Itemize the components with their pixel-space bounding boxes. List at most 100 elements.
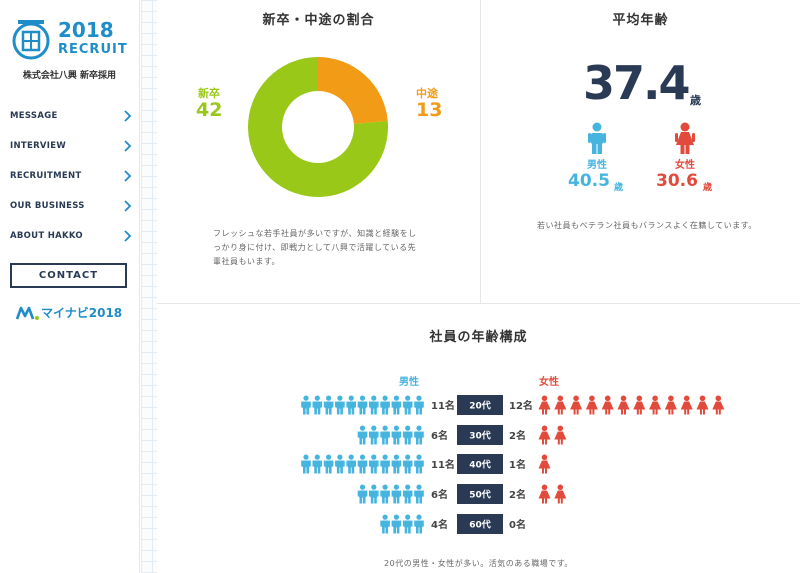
female-pictogram: [538, 484, 567, 504]
nav-item-label: RECRUITMENT: [10, 171, 82, 181]
male-icon: [588, 122, 606, 154]
age-row: 30代 6名 2名: [357, 425, 567, 445]
female-person-icon: [554, 395, 567, 415]
male-person-icon: [335, 395, 345, 415]
male-person-icon: [391, 425, 402, 445]
male-person-icon: [391, 454, 402, 474]
female-pictogram: [538, 425, 567, 445]
age-label: 40代: [469, 459, 491, 471]
nav-item-about-hakko[interactable]: ABOUT HAKKO: [10, 228, 132, 246]
age-label: 50代: [469, 489, 491, 501]
male-person-icon: [369, 454, 379, 474]
male-count-label: 11名: [431, 399, 455, 412]
male-count-label: 11名: [431, 458, 455, 471]
male-person-icon: [312, 454, 323, 474]
female-pictogram: [538, 395, 725, 415]
female-pictogram: [538, 454, 551, 474]
male-person-icon: [391, 514, 402, 534]
male-person-icon: [380, 454, 390, 474]
age-label: 60代: [469, 519, 491, 531]
age-badge: 50代: [457, 484, 503, 504]
nav-item-our-business[interactable]: OUR BUSINESS: [10, 198, 132, 216]
divider: [480, 0, 481, 303]
female-person-icon: [538, 395, 551, 415]
age-row: 20代 11名 12名: [301, 395, 725, 415]
nav-item-interview[interactable]: INTERVIEW: [10, 138, 132, 156]
male-person-icon: [402, 454, 413, 474]
male-person-icon: [312, 395, 323, 415]
logo-year: 2018: [58, 18, 114, 42]
mynavi-label: マイナビ2018: [41, 306, 123, 320]
age-badge: 60代: [457, 514, 503, 534]
male-person-icon: [301, 395, 311, 415]
hakko-logo-icon: [12, 20, 50, 60]
male-person-icon: [380, 425, 390, 445]
male-count-label: 6名: [431, 429, 448, 442]
avg-age-description: 若い社員もベテラン社員もバランスよく在籍しています。: [537, 221, 757, 230]
male-count-label: 6名: [431, 488, 448, 501]
mynavi-logo-icon: [16, 306, 39, 320]
female-icon: [675, 122, 695, 154]
description-line: っかり身に付け、即戦力として八興で活躍している先: [213, 243, 417, 252]
site-logo[interactable]: 2018 RECRUIT: [10, 18, 132, 62]
age-label: 20代: [469, 400, 491, 412]
nav-item-message[interactable]: MESSAGE: [10, 108, 132, 126]
age-row: 50代 6名 2名: [357, 484, 567, 504]
avg-age-title: 平均年齢: [612, 13, 669, 28]
male-avg-unit: 歳: [614, 183, 624, 193]
male-person-icon: [414, 425, 424, 445]
age-row: 60代 4名 0名: [380, 514, 526, 534]
age-composition-description: 20代の男性・女性が多い。活気のある職場です。: [384, 559, 573, 568]
male-person-icon: [402, 425, 413, 445]
chevron-right-icon: [124, 170, 132, 182]
female-count-label: 0名: [509, 518, 526, 531]
ratio-description: フレッシュな若手社員が多いですが、知識と経験をし っかり身に付け、即戦力として八…: [213, 227, 453, 269]
female-person-icon: [538, 484, 551, 504]
grid-background: [141, 0, 157, 573]
male-label: 男性: [587, 160, 607, 171]
male-person-icon: [369, 395, 379, 415]
age-badge: 40代: [457, 454, 503, 474]
mynavi-link[interactable]: マイナビ2018: [16, 303, 126, 323]
sidebar: 2018 RECRUIT 株式会社八興 新卒採用 MESSAGE INTERVI…: [0, 0, 140, 573]
male-avg-value: 40.5: [568, 171, 610, 191]
chevron-right-icon: [124, 140, 132, 152]
contact-button[interactable]: CONTACT: [10, 263, 127, 288]
male-person-icon: [391, 484, 402, 504]
chevron-right-icon: [124, 110, 132, 122]
nav-item-label: ABOUT HAKKO: [10, 231, 83, 241]
avg-age-unit: 歳: [690, 94, 701, 107]
female-count-label: 2名: [509, 488, 526, 501]
male-person-icon: [357, 395, 368, 415]
logo-recruit: RECRUIT: [58, 42, 128, 57]
male-pictogram: [357, 484, 424, 504]
male-person-icon: [391, 395, 402, 415]
female-person-icon: [585, 395, 598, 415]
male-pictogram: [357, 425, 424, 445]
avg-age-value: 37.4: [583, 56, 690, 110]
male-person-icon: [414, 395, 424, 415]
donut-slice-mid-career: [318, 57, 388, 124]
male-pictogram: [380, 514, 424, 534]
male-person-icon: [346, 395, 356, 415]
female-label: 女性: [675, 160, 695, 171]
male-person-icon: [380, 514, 390, 534]
age-composition-chart: 20代 11名 12名 30代 6名 2名 40代 11名 1名 50代 6名 2名 60代 4名 0名: [301, 395, 725, 534]
male-person-icon: [357, 484, 368, 504]
female-person-icon: [696, 395, 709, 415]
male-person-icon: [357, 454, 368, 474]
female-person-icon: [680, 395, 693, 415]
male-person-icon: [380, 395, 390, 415]
female-person-icon: [633, 395, 646, 415]
description-line: 輩社員もいます。: [213, 257, 281, 266]
male-person-icon: [369, 484, 379, 504]
new-grad-value: 42: [196, 99, 223, 121]
female-person-icon: [712, 395, 725, 415]
nav-item-recruitment[interactable]: RECRUITMENT: [10, 168, 132, 186]
age-row: 40代 11名 1名: [301, 454, 551, 474]
female-person-icon: [538, 425, 551, 445]
chevron-right-icon: [124, 230, 132, 242]
male-person-icon: [402, 395, 413, 415]
female-person-icon: [601, 395, 614, 415]
age-badge: 20代: [457, 395, 503, 415]
